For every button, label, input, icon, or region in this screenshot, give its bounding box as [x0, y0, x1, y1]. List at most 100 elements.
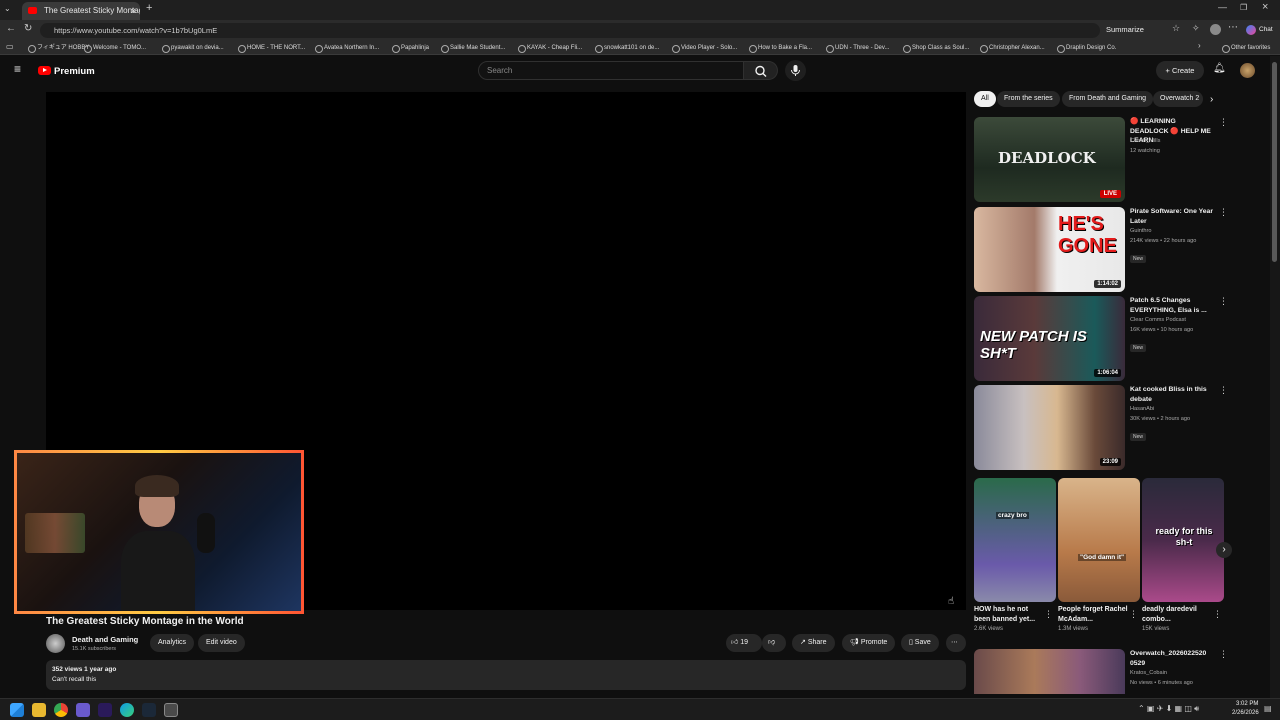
voice-search-button[interactable] [785, 60, 806, 81]
short-title[interactable]: deadly daredevil combo... [1142, 605, 1212, 625]
maximize-icon[interactable]: ❐ [1240, 3, 1247, 12]
chat-label[interactable]: Chat [1259, 26, 1273, 33]
notification-icon[interactable]: ▤ [1264, 704, 1272, 713]
account-avatar[interactable] [1240, 63, 1255, 78]
steam-icon[interactable] [142, 703, 156, 717]
rec-thumbnail[interactable]: DEADLOCK LIVE [974, 117, 1125, 202]
description-box[interactable]: 352 views 1 year ago Can't recall this [46, 660, 966, 690]
other-favorites[interactable]: Other favorites [1222, 42, 1270, 54]
search-button[interactable] [744, 61, 778, 80]
channel-avatar[interactable] [46, 634, 65, 653]
clock-time[interactable]: 3:02 PM [1236, 701, 1258, 707]
close-window-icon[interactable]: × [1262, 1, 1268, 13]
short-menu-icon[interactable]: ⋮ [1044, 608, 1053, 620]
hamburger-menu-icon[interactable]: ≡ [14, 62, 21, 76]
app-icon[interactable] [164, 703, 178, 717]
new-tab-icon[interactable]: + [146, 2, 152, 14]
rec-menu-icon[interactable]: ⋮ [1219, 295, 1228, 307]
rec-title[interactable]: Patch 6.5 Changes EVERYTHING, Elsa is ..… [1130, 296, 1216, 315]
rec-title[interactable]: Pirate Software: One Year Later [1130, 207, 1216, 226]
tray-icons[interactable]: ⌃ ▣ ✈ ⬇ ▦ ◫ 🔊︎ [1138, 704, 1199, 714]
copilot-icon[interactable] [1246, 25, 1256, 35]
tab-list-icon[interactable]: ⌄ [4, 4, 16, 16]
share-button[interactable]: ↗ Share [792, 634, 835, 652]
promote-button[interactable]: 📢︎ Promote [842, 634, 896, 652]
rec-thumbnail[interactable]: 23:09 [974, 385, 1125, 470]
scrollbar-thumb[interactable] [1272, 62, 1277, 262]
bookmark-item[interactable]: Sallie Mae Student... [441, 42, 505, 54]
rec-title[interactable]: Overwatch_2026022520 0529 [1130, 649, 1216, 668]
rec-channel[interactable]: Clear Comms Podcast [1130, 316, 1220, 326]
bookmark-item[interactable]: Papahlinja [392, 42, 429, 54]
analytics-button[interactable]: Analytics [150, 634, 195, 652]
chip-all[interactable]: All [974, 91, 996, 107]
short-thumbnail[interactable]: crazy bro [974, 478, 1056, 602]
rec-channel[interactable]: Coach_Mills [1130, 137, 1220, 147]
file-explorer-icon[interactable] [32, 703, 46, 717]
chrome-icon[interactable] [54, 703, 68, 717]
back-icon[interactable]: ← [6, 23, 16, 34]
bookmark-item[interactable]: pyawakit on devia... [162, 42, 224, 54]
rec-thumbnail[interactable]: HE'S GONE 1:14:02 [974, 207, 1125, 292]
dislike-button[interactable]: 👎︎ [762, 634, 786, 652]
create-button[interactable]: + Create [1156, 61, 1204, 80]
app-grid-icon[interactable] [76, 703, 90, 717]
rec-menu-icon[interactable]: ⋮ [1219, 206, 1228, 218]
bookmark-item[interactable]: HOME - THE NORT... [238, 42, 305, 54]
chips-next-icon[interactable]: › [1210, 94, 1213, 105]
bookmark-item[interactable]: Shop Class as Soul... [903, 42, 969, 54]
rec-channel[interactable]: Kratos_Cobain [1130, 669, 1220, 679]
like-button[interactable]: 👍︎ 19 [726, 634, 762, 652]
favorite-star-icon[interactable]: ☆ [1172, 23, 1180, 34]
rec-title[interactable]: Kat cooked Bliss in this debate [1130, 385, 1216, 404]
bookmark-item[interactable]: How to Bake a Fla... [749, 42, 812, 54]
rec-channel[interactable]: HasanAbi [1130, 405, 1220, 415]
search-input[interactable]: Search [478, 61, 744, 80]
notifications-bell-icon[interactable]: 🔔︎ [1213, 63, 1226, 74]
rec-channel[interactable]: Guinthro [1130, 227, 1220, 237]
url-field[interactable]: https://www.youtube.com/watch?v=1b7bUg0L… [40, 23, 1100, 38]
chip-from-series[interactable]: From the series [997, 91, 1060, 107]
refresh-icon[interactable]: ↻ [24, 23, 32, 34]
bookmark-item[interactable]: Christopher Alexan... [980, 42, 1045, 54]
clock-date[interactable]: 2/26/2026 [1232, 710, 1259, 716]
chip-from-channel[interactable]: From Death and Gaming [1062, 91, 1154, 107]
save-button[interactable]: ▯ Save [901, 634, 939, 652]
profile-avatar-icon[interactable] [1210, 24, 1221, 35]
rec-menu-icon[interactable]: ⋮ [1219, 648, 1228, 660]
bookmark-item[interactable]: Draplin Design Co. [1057, 42, 1116, 54]
bookmark-item[interactable]: フィギュア HOBBY [28, 42, 89, 54]
bookmark-item[interactable]: snowkatt101 on de... [595, 42, 659, 54]
edge-icon[interactable] [120, 703, 134, 717]
short-menu-icon[interactable]: ⋮ [1213, 608, 1222, 620]
extensions-icon[interactable]: ✧ [1192, 23, 1200, 34]
short-title[interactable]: HOW has he not been banned yet... [974, 605, 1044, 625]
summarize-button[interactable]: Summarize [1106, 25, 1144, 34]
chip-overwatch[interactable]: Overwatch 2 [1153, 91, 1203, 107]
bookmarks-overflow-icon[interactable]: › [1198, 41, 1201, 50]
bookmark-item[interactable]: Video Player - Solo... [672, 42, 737, 54]
close-tab-icon[interactable]: × [131, 2, 136, 20]
bookmark-item[interactable]: UDN - Three - Dev... [826, 42, 889, 54]
minimize-icon[interactable]: — [1218, 2, 1227, 12]
windows-start-icon[interactable] [10, 703, 24, 717]
menu-dots-icon[interactable]: ⋯ [1228, 22, 1238, 33]
rec-menu-icon[interactable]: ⋮ [1219, 384, 1228, 396]
collections-icon[interactable]: ▭ [6, 42, 14, 51]
premium-logo-text[interactable]: Premium [54, 66, 95, 77]
short-thumbnail[interactable]: "God damn it" [1058, 478, 1140, 602]
tab-active[interactable]: The Greatest Sticky Montage in th × [22, 2, 140, 20]
bookmark-item[interactable]: Welcome - TOMO... [84, 42, 146, 54]
short-menu-icon[interactable]: ⋮ [1129, 608, 1138, 620]
short-title[interactable]: People forget Rachel McAdam... [1058, 605, 1128, 625]
rec-thumbnail[interactable]: NEW PATCH IS SH*T 1:06:04 [974, 296, 1125, 381]
more-actions-button[interactable]: ⋯ [946, 634, 966, 652]
page-scrollbar[interactable] [1270, 56, 1280, 698]
shorts-next-icon[interactable]: › [1216, 542, 1232, 558]
bookmark-item[interactable]: Avatea Northern In... [315, 42, 379, 54]
premiere-icon[interactable] [98, 703, 112, 717]
rec-thumbnail[interactable] [974, 649, 1125, 694]
rec-menu-icon[interactable]: ⋮ [1219, 116, 1228, 128]
bookmark-item[interactable]: KAYAK - Cheap Fli... [518, 42, 582, 54]
short-thumbnail[interactable]: ready for this sh-t [1142, 478, 1224, 602]
